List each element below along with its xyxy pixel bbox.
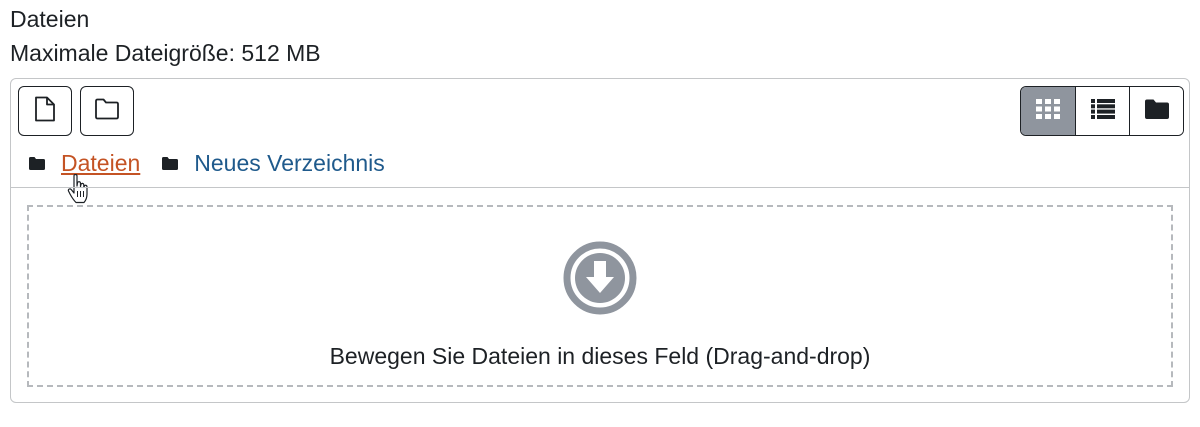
view-tree-button[interactable] xyxy=(1129,87,1183,135)
view-icons-button[interactable] xyxy=(1021,87,1075,135)
max-file-size-text: Maximale Dateigröße: 512 MB xyxy=(10,40,321,66)
file-manager: Dateien Neues Verzeichnis Bewegen Sie Da… xyxy=(10,78,1190,403)
view-list-button[interactable] xyxy=(1075,87,1129,135)
folder-icon xyxy=(162,156,179,170)
folder-tree-icon xyxy=(1144,99,1169,124)
add-file-button[interactable] xyxy=(18,86,72,136)
drop-zone[interactable]: Bewegen Sie Dateien in dieses Feld (Drag… xyxy=(27,205,1173,387)
folder-icon xyxy=(29,156,45,170)
breadcrumb-link-neues-verzeichnis[interactable]: Neues Verzeichnis xyxy=(194,150,385,177)
toolbar-divider xyxy=(11,187,1189,188)
drop-zone-text: Bewegen Sie Dateien in dieses Feld (Drag… xyxy=(329,343,871,369)
view-mode-toggle xyxy=(1020,86,1184,136)
add-folder-button[interactable] xyxy=(80,86,134,136)
download-arrow-icon xyxy=(563,241,637,320)
field-label: Dateien xyxy=(10,6,90,32)
folder-outline-icon xyxy=(94,98,120,125)
list-icon xyxy=(1090,98,1115,124)
grid-icon xyxy=(1036,98,1060,124)
hand-cursor-icon xyxy=(67,173,91,209)
file-icon xyxy=(34,96,56,127)
breadcrumb-link-dateien[interactable]: Dateien xyxy=(61,150,140,177)
